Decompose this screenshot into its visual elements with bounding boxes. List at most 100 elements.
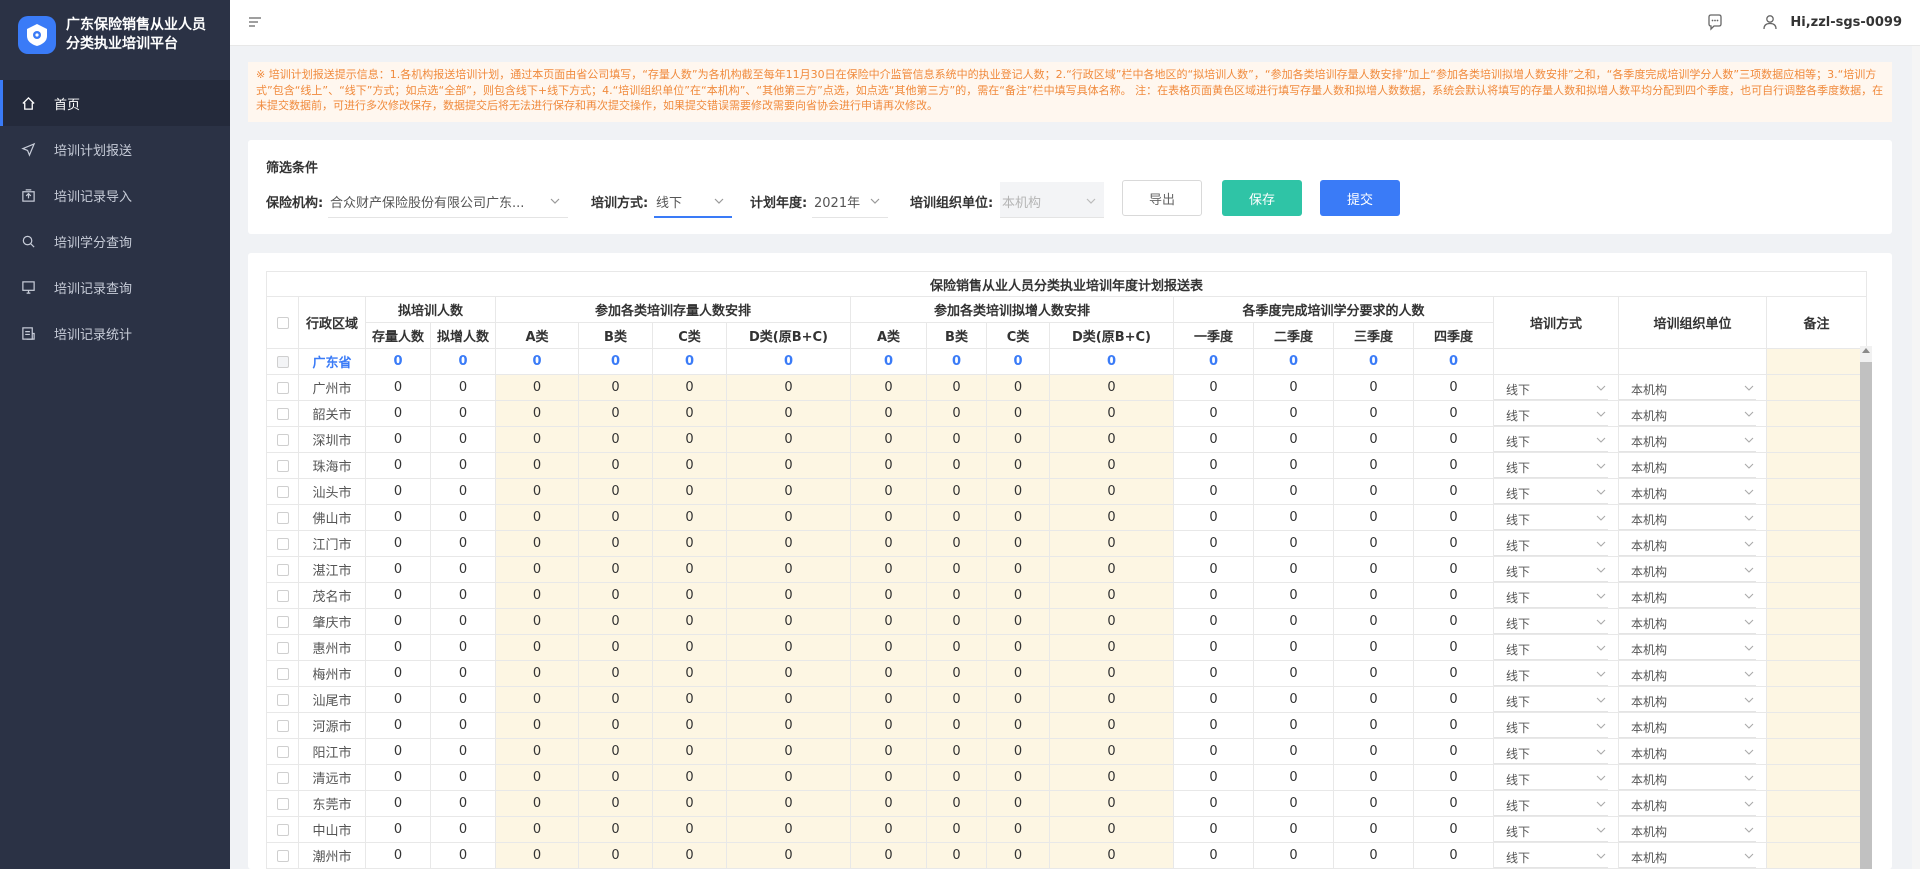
row-checkbox[interactable] xyxy=(276,745,289,758)
value-cell[interactable]: 0 xyxy=(986,764,1050,791)
value-cell[interactable]: 0 xyxy=(926,764,987,791)
value-cell[interactable]: 0 xyxy=(578,790,653,817)
method-cell-select[interactable]: 线下 xyxy=(1494,532,1608,556)
value-cell[interactable]: 0 xyxy=(986,686,1050,713)
org-cell-select[interactable]: 本机构 xyxy=(1619,636,1756,660)
org-cell-select[interactable]: 本机构 xyxy=(1619,714,1756,738)
value-cell[interactable]: 0 xyxy=(1049,426,1174,453)
org-cell-select[interactable]: 本机构 xyxy=(1619,818,1756,842)
org-cell-select[interactable]: 本机构 xyxy=(1619,480,1756,504)
value-cell[interactable]: 0 xyxy=(652,400,727,427)
row-select[interactable] xyxy=(266,816,299,843)
row-checkbox[interactable] xyxy=(276,771,289,784)
value-cell[interactable]: 0 xyxy=(1049,634,1174,661)
note-cell[interactable] xyxy=(1766,530,1867,557)
value-cell[interactable]: 0 xyxy=(495,608,579,635)
method-cell-select[interactable]: 线下 xyxy=(1494,662,1608,686)
value-cell[interactable]: 0 xyxy=(1049,478,1174,505)
value-cell[interactable]: 0 xyxy=(726,504,851,531)
value-cell[interactable]: 0 xyxy=(1049,790,1174,817)
value-cell[interactable]: 0 xyxy=(578,686,653,713)
org-cell-select[interactable]: 本机构 xyxy=(1619,532,1756,556)
value-cell[interactable]: 0 xyxy=(926,660,987,687)
value-cell[interactable]: 0 xyxy=(495,634,579,661)
table-scrollbar[interactable] xyxy=(1860,346,1872,869)
message-icon[interactable] xyxy=(1706,13,1726,33)
year-select[interactable]: 2021年 xyxy=(812,182,888,218)
select-all-checkbox[interactable] xyxy=(276,316,289,329)
method-cell-select[interactable]: 线下 xyxy=(1494,558,1608,582)
row-select[interactable] xyxy=(266,374,299,401)
row-select[interactable] xyxy=(266,530,299,557)
value-cell[interactable]: 0 xyxy=(578,426,653,453)
org-cell-select[interactable]: 本机构 xyxy=(1619,662,1756,686)
value-cell[interactable]: 0 xyxy=(986,530,1050,557)
method-cell-select[interactable]: 线下 xyxy=(1494,688,1608,712)
org-cell-select[interactable]: 本机构 xyxy=(1619,402,1756,426)
value-cell[interactable]: 0 xyxy=(926,530,987,557)
value-cell[interactable]: 0 xyxy=(926,816,987,843)
value-cell[interactable]: 0 xyxy=(986,478,1050,505)
value-cell[interactable]: 0 xyxy=(652,426,727,453)
method-cell-select[interactable]: 线下 xyxy=(1494,454,1608,478)
value-cell[interactable]: 0 xyxy=(926,738,987,765)
value-cell[interactable]: 0 xyxy=(495,660,579,687)
value-cell[interactable]: 0 xyxy=(578,634,653,661)
page-scrollbar[interactable] xyxy=(1912,46,1920,869)
value-cell[interactable]: 0 xyxy=(652,452,727,479)
sidebar-item-record-stats[interactable]: 培训记录统计 xyxy=(0,310,230,356)
note-cell[interactable] xyxy=(1766,504,1867,531)
value-cell[interactable]: 0 xyxy=(986,374,1050,401)
row-checkbox[interactable] xyxy=(276,719,289,732)
value-cell[interactable]: 0 xyxy=(1049,374,1174,401)
value-cell[interactable]: 0 xyxy=(726,582,851,609)
value-cell[interactable]: 0 xyxy=(926,374,987,401)
value-cell[interactable]: 0 xyxy=(726,374,851,401)
note-cell[interactable] xyxy=(1766,348,1867,375)
value-cell[interactable]: 0 xyxy=(726,426,851,453)
value-cell[interactable]: 0 xyxy=(1049,842,1174,869)
org-cell-select[interactable]: 本机构 xyxy=(1619,844,1756,868)
value-cell[interactable]: 0 xyxy=(578,764,653,791)
method-select[interactable]: 线下 xyxy=(654,182,732,218)
value-cell[interactable]: 0 xyxy=(652,582,727,609)
sidebar-item-record-query[interactable]: 培训记录查询 xyxy=(0,264,230,310)
method-cell-select[interactable]: 线下 xyxy=(1494,740,1608,764)
row-select[interactable] xyxy=(266,764,299,791)
value-cell[interactable]: 0 xyxy=(652,634,727,661)
value-cell[interactable]: 0 xyxy=(652,790,727,817)
value-cell[interactable]: 0 xyxy=(726,816,851,843)
value-cell[interactable]: 0 xyxy=(1049,764,1174,791)
value-cell[interactable]: 0 xyxy=(652,660,727,687)
value-cell[interactable]: 0 xyxy=(926,400,987,427)
value-cell[interactable]: 0 xyxy=(850,842,927,869)
row-select[interactable] xyxy=(266,348,299,375)
row-checkbox[interactable] xyxy=(276,823,289,836)
value-cell[interactable]: 0 xyxy=(1049,530,1174,557)
value-cell[interactable]: 0 xyxy=(578,374,653,401)
sidebar-item-plan-submit[interactable]: 培训计划报送 xyxy=(0,126,230,172)
value-cell[interactable]: 0 xyxy=(495,816,579,843)
value-cell[interactable]: 0 xyxy=(850,634,927,661)
org-cell-select[interactable]: 本机构 xyxy=(1619,376,1756,400)
value-cell[interactable]: 0 xyxy=(926,608,987,635)
row-select[interactable] xyxy=(266,452,299,479)
org-cell-select[interactable]: 本机构 xyxy=(1619,610,1756,634)
value-cell[interactable]: 0 xyxy=(986,608,1050,635)
value-cell[interactable]: 0 xyxy=(726,478,851,505)
row-select[interactable] xyxy=(266,842,299,869)
value-cell[interactable]: 0 xyxy=(652,608,727,635)
value-cell[interactable]: 0 xyxy=(850,816,927,843)
institution-select[interactable]: 合众财产保险股份有限公司广东... xyxy=(328,182,568,218)
user-name[interactable]: Hi,zzl-sgs-0099 xyxy=(1790,15,1902,30)
row-checkbox[interactable] xyxy=(276,589,289,602)
note-cell[interactable] xyxy=(1766,790,1867,817)
value-cell[interactable]: 0 xyxy=(652,842,727,869)
value-cell[interactable]: 0 xyxy=(578,842,653,869)
value-cell[interactable]: 0 xyxy=(726,634,851,661)
value-cell[interactable]: 0 xyxy=(652,478,727,505)
value-cell[interactable]: 0 xyxy=(726,712,851,739)
value-cell[interactable]: 0 xyxy=(726,660,851,687)
row-checkbox[interactable] xyxy=(276,433,289,446)
value-cell[interactable]: 0 xyxy=(1049,816,1174,843)
